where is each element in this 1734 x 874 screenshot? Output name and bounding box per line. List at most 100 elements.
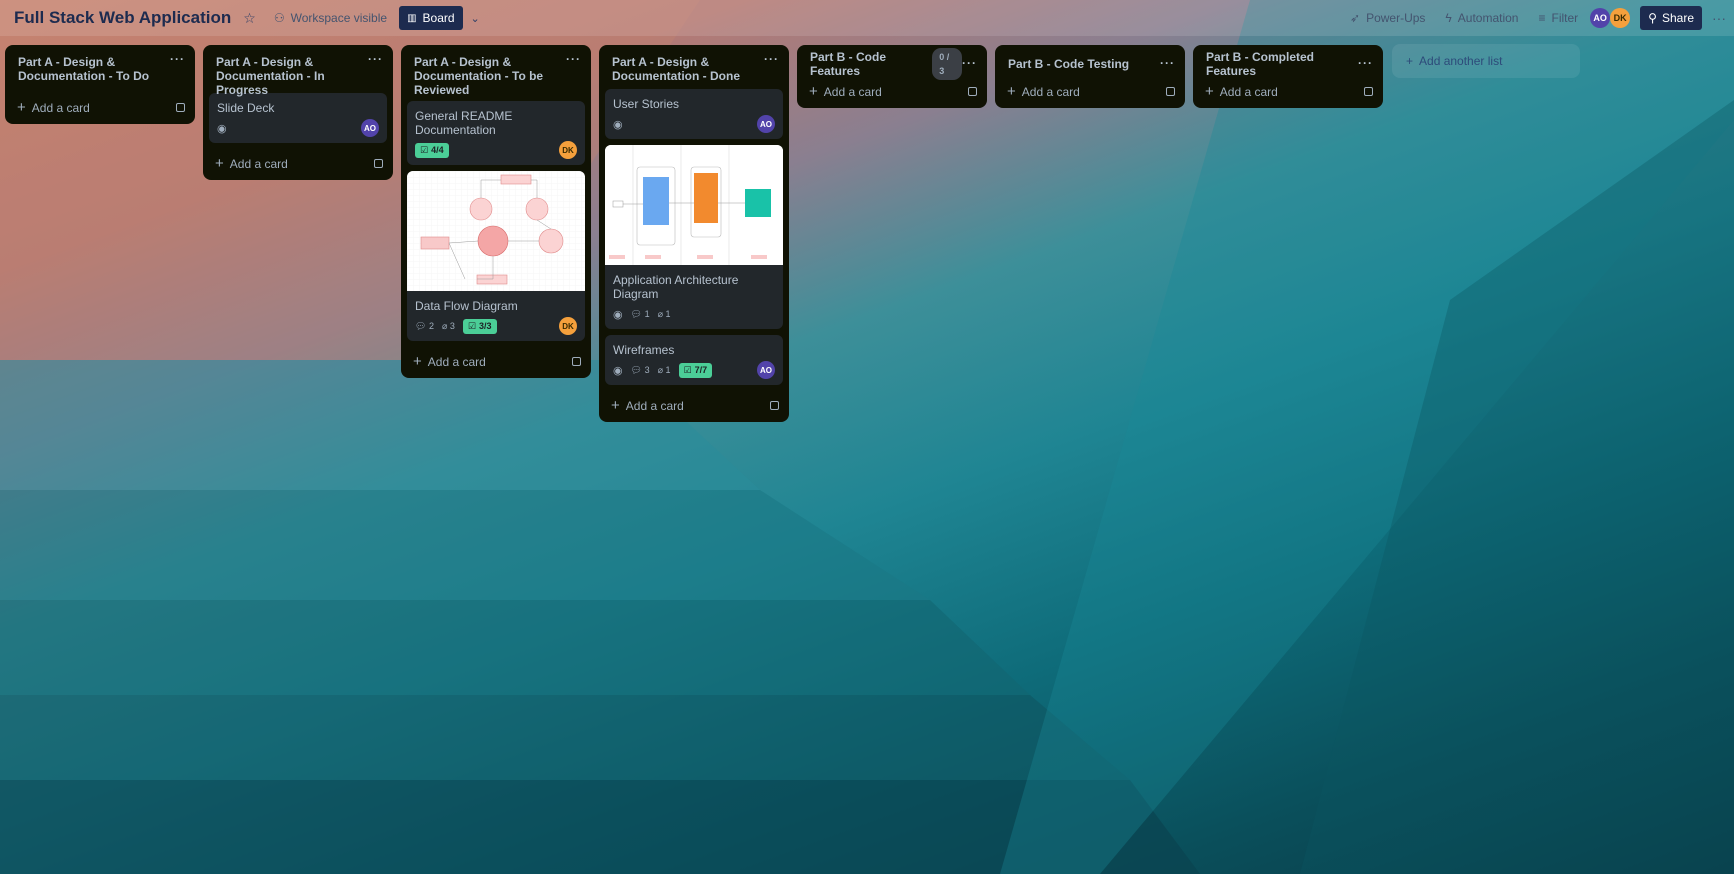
watching-eye-icon: ◉: [613, 118, 623, 131]
card-general-readme[interactable]: General README Documentation ☑ 4/4 DK: [407, 101, 585, 165]
list-in-progress: Part A - Design & Documentation - In Pro…: [203, 45, 393, 180]
plus-icon: +: [215, 155, 224, 172]
list-menu-icon[interactable]: ···: [1358, 56, 1373, 70]
checkbox-icon: ☑: [467, 320, 476, 331]
add-person-icon: ⚲: [1648, 11, 1657, 25]
list-menu-icon[interactable]: ···: [764, 52, 779, 66]
add-another-list-button[interactable]: + Add another list: [1392, 44, 1580, 78]
checklist-badge: ☑ 4/4: [415, 142, 449, 158]
board-view-button[interactable]: ▥ Board: [399, 6, 463, 30]
comment-icon: 💬︎: [630, 308, 643, 319]
card-template-icon[interactable]: [176, 103, 185, 112]
list-menu-icon[interactable]: ···: [1160, 56, 1175, 70]
list-title[interactable]: Part A - Design & Documentation - In Pro…: [216, 55, 368, 97]
list-title[interactable]: Part A - Design & Documentation - Done: [612, 55, 764, 83]
chevron-down-icon[interactable]: ⌄: [471, 12, 480, 25]
card-member-avatar[interactable]: AO: [361, 119, 379, 137]
rocket-icon: ➶: [1350, 11, 1361, 25]
list-completed-features: Part B - Completed Features ··· + Add a c…: [1193, 45, 1383, 108]
list-menu-icon[interactable]: ···: [962, 56, 977, 70]
member-avatar-ao[interactable]: AO: [1590, 8, 1611, 28]
plus-icon: +: [1205, 83, 1214, 100]
card-template-icon[interactable]: [1166, 87, 1175, 96]
add-card-button[interactable]: + Add a card: [797, 77, 987, 108]
list-title[interactable]: Part B - Code Testing: [1008, 57, 1129, 71]
add-card-label: Add a card: [31, 101, 90, 115]
filter-button[interactable]: ≡ Filter: [1530, 6, 1586, 30]
filter-icon: ≡: [1538, 11, 1546, 25]
attachments-badge: ⌀ 1: [657, 364, 671, 375]
board-icon: ▥: [407, 12, 417, 24]
visibility-label: Workspace visible: [290, 11, 388, 25]
checklist-badge: ☑ 7/7: [678, 362, 713, 378]
star-icon[interactable]: ☆: [243, 10, 256, 27]
card-template-icon[interactable]: [374, 159, 383, 168]
card-title: Wireframes: [613, 343, 675, 357]
add-card-button[interactable]: + Add a card: [1193, 77, 1383, 108]
list-menu-icon[interactable]: ···: [566, 52, 581, 66]
card-application-architecture[interactable]: Application Architecture Diagram ◉ 💬︎ 1 …: [605, 145, 783, 329]
comments-badge: 💬︎ 3: [630, 364, 650, 375]
add-card-label: Add a card: [427, 355, 486, 369]
card-title: Slide Deck: [217, 101, 275, 115]
card-template-icon[interactable]: [1364, 87, 1373, 96]
plus-icon: +: [1406, 54, 1414, 68]
comment-icon: 💬︎: [630, 364, 643, 375]
comments-badge: 💬︎ 1: [630, 308, 650, 319]
card-cover-image: [605, 145, 783, 265]
member-avatar-dk[interactable]: DK: [1610, 8, 1631, 28]
list-menu-icon[interactable]: ···: [368, 52, 383, 66]
watching-eye-icon: ◉: [217, 122, 227, 135]
list-menu-icon[interactable]: ···: [170, 52, 185, 66]
add-card-button[interactable]: + Add a card: [203, 149, 393, 180]
share-label: Share: [1661, 11, 1694, 25]
automation-button[interactable]: ϟ Automation: [1437, 6, 1526, 30]
list-title[interactable]: Part A - Design & Documentation - To Do: [18, 55, 170, 83]
add-card-button[interactable]: + Add a card: [995, 77, 1185, 108]
checkbox-icon: ☑: [420, 144, 429, 155]
filter-label: Filter: [1551, 11, 1579, 25]
plus-icon: +: [413, 353, 422, 370]
card-slide-deck[interactable]: Slide Deck ◉ AO: [209, 93, 387, 143]
list-code-testing: Part B - Code Testing ··· + Add a card: [995, 45, 1185, 108]
add-card-button[interactable]: + Add a card: [599, 391, 789, 422]
watching-eye-icon: ◉: [613, 308, 623, 321]
architecture-diagram-thumbnail: [605, 145, 783, 265]
card-data-flow-diagram[interactable]: Data Flow Diagram 💬︎ 2 ⌀ 3 ☑ 3/3 DK: [407, 171, 585, 341]
card-title: General README Documentation: [415, 109, 513, 137]
card-title: Application Architecture Diagram: [613, 273, 739, 301]
header-tools: ➶ Power-Ups ϟ Automation ≡ Filter AO DK …: [1342, 6, 1726, 30]
card-cover-image: [407, 171, 585, 291]
more-options-icon[interactable]: ···: [1712, 10, 1726, 26]
checkbox-icon: ☑: [683, 364, 692, 375]
card-template-icon[interactable]: [968, 87, 977, 96]
list-title[interactable]: Part B - Code Features: [810, 50, 926, 78]
card-member-avatar[interactable]: DK: [559, 141, 577, 159]
lightning-icon: ϟ: [1445, 11, 1452, 25]
paperclip-icon: ⌀: [657, 308, 663, 319]
card-template-icon[interactable]: [770, 401, 779, 410]
board-title[interactable]: Full Stack Web Application: [14, 8, 231, 28]
automation-label: Automation: [1457, 11, 1519, 25]
list-title[interactable]: Part A - Design & Documentation - To be …: [414, 55, 566, 97]
list-code-features: Part B - Code Features 0 / 3 ··· + Add a c…: [797, 45, 987, 108]
card-member-avatar[interactable]: AO: [757, 361, 775, 379]
watching-eye-icon: ◉: [613, 364, 623, 377]
list-to-do: Part A - Design & Documentation - To Do …: [5, 45, 195, 124]
card-member-avatar[interactable]: DK: [559, 317, 577, 335]
share-button[interactable]: ⚲ Share: [1640, 6, 1702, 30]
list-title[interactable]: Part B - Completed Features: [1206, 50, 1358, 78]
add-card-label: Add a card: [823, 85, 882, 99]
attachments-badge: ⌀ 1: [657, 308, 671, 319]
add-card-button[interactable]: + Add a card: [5, 93, 195, 124]
list-to-be-reviewed: Part A - Design & Documentation - To be …: [401, 45, 591, 378]
card-wireframes[interactable]: Wireframes ◉ 💬︎ 3 ⌀ 1 ☑ 7/7 AO: [605, 335, 783, 385]
card-title: Data Flow Diagram: [415, 299, 518, 313]
visibility-button[interactable]: ⚇ Workspace visible: [266, 6, 395, 30]
card-template-icon[interactable]: [572, 357, 581, 366]
power-ups-button[interactable]: ➶ Power-Ups: [1342, 6, 1433, 30]
add-card-label: Add a card: [625, 399, 684, 413]
card-user-stories[interactable]: User Stories ◉ AO: [605, 89, 783, 139]
card-member-avatar[interactable]: AO: [757, 115, 775, 133]
add-card-button[interactable]: + Add a card: [401, 347, 591, 378]
